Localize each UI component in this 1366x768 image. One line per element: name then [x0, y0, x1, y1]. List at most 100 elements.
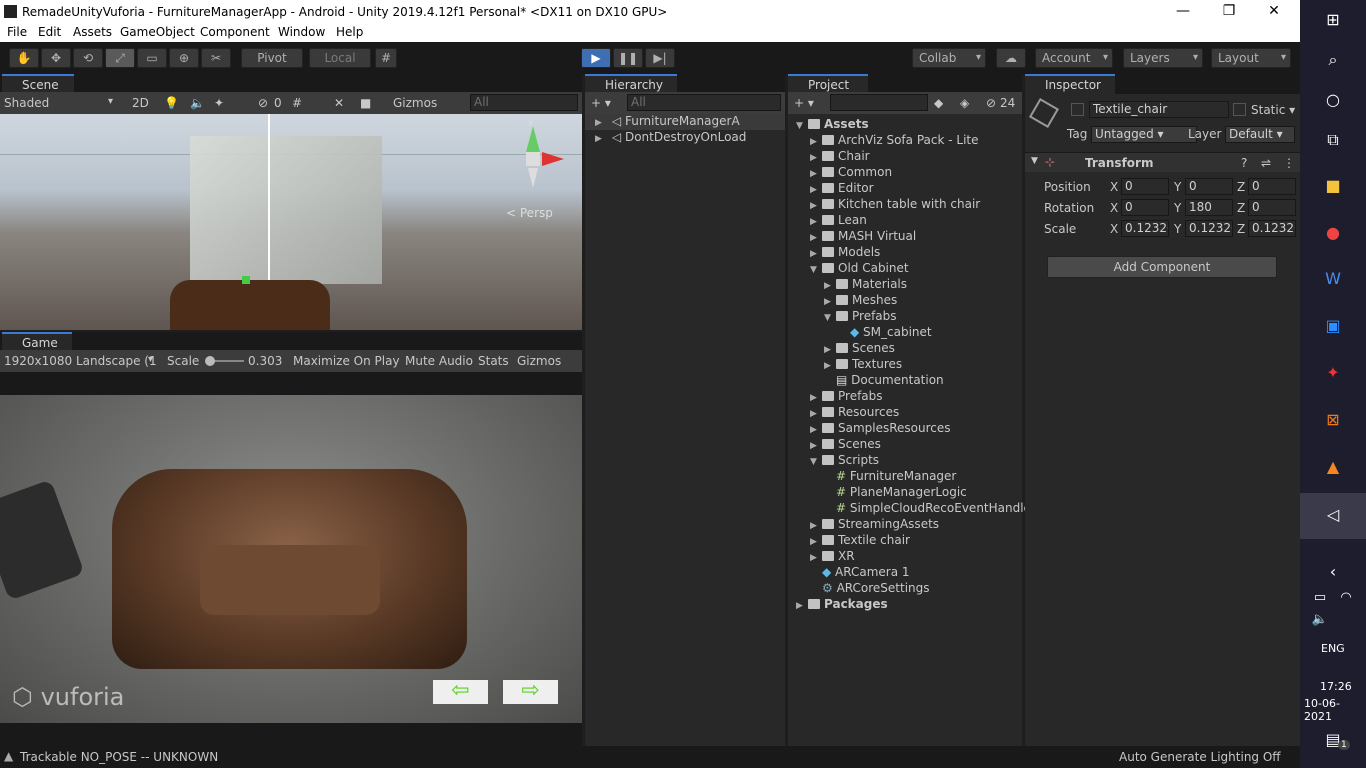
static-dropdown[interactable]: Static ▾ [1251, 103, 1295, 117]
project-item[interactable]: ▶ Textures [824, 357, 902, 373]
axis-x-label[interactable]: X [1110, 201, 1118, 215]
close-button[interactable]: ✕ [1263, 3, 1285, 19]
scale-z-field[interactable]: 0.12326 [1248, 220, 1296, 237]
scene-handle-icon[interactable] [242, 276, 250, 284]
chevron-right-icon[interactable]: ▶ [824, 281, 836, 291]
tag-dropdown[interactable]: Untagged ▾ [1091, 126, 1197, 143]
project-item[interactable]: ▶ SamplesResources [810, 421, 951, 437]
object-name-field[interactable]: Textile_chair [1089, 101, 1229, 118]
axis-z-label[interactable]: Z [1237, 180, 1245, 194]
project-item[interactable]: ▶ MASH Virtual [810, 229, 916, 245]
hidden-objects-icon[interactable]: ⊘ [258, 96, 268, 110]
unity-taskbar-item[interactable]: ◁ [1300, 493, 1366, 539]
file-explorer-icon[interactable]: ■ [1321, 174, 1345, 198]
axis-x-label[interactable]: X [1110, 222, 1118, 236]
shading-dropdown[interactable]: Shaded [4, 96, 49, 110]
chevron-right-icon[interactable]: ▶ [810, 537, 822, 547]
cloud-icon[interactable]: ☁ [996, 48, 1026, 68]
scene-viewport[interactable]: y < Persp [0, 114, 582, 330]
effects-icon[interactable]: ✦ [214, 96, 224, 110]
resolution-dropdown[interactable]: 1920x1080 Landscape (1 [4, 354, 157, 368]
local-toggle[interactable]: Local [309, 48, 371, 68]
lighting-status[interactable]: Auto Generate Lighting Off [1119, 750, 1281, 764]
project-item[interactable]: ▶ Packages [796, 597, 888, 613]
collapse-arrow-icon[interactable]: ▼ [1031, 156, 1038, 166]
project-item[interactable]: ▼ Old Cabinet [810, 261, 909, 277]
account-dropdown[interactable]: Account [1035, 48, 1113, 68]
position-z-field[interactable]: 0 [1248, 178, 1296, 195]
custom-tool-icon[interactable]: ✂ [201, 48, 231, 68]
chevron-right-icon[interactable]: ▶ [810, 441, 822, 451]
chevron-right-icon[interactable]: ▶ [810, 185, 822, 195]
menu-window[interactable]: Window [278, 25, 325, 39]
maximize-button[interactable]: ❐ [1218, 3, 1240, 19]
grid-icon[interactable]: # [292, 96, 302, 110]
stats-toggle[interactable]: Stats [478, 354, 509, 368]
project-item[interactable]: ▶ Prefabs [810, 389, 883, 405]
xampp-icon[interactable]: ⊠ [1321, 408, 1345, 432]
menu-component[interactable]: Component [200, 25, 270, 39]
project-item[interactable]: ▶ Resources [810, 405, 899, 421]
project-item[interactable]: ▶ Materials [824, 277, 907, 293]
pause-button[interactable]: ❚❚ [613, 48, 643, 68]
git-icon[interactable]: ✦ [1321, 361, 1345, 385]
chevron-right-icon[interactable]: ▶ [810, 249, 822, 259]
project-item[interactable]: ▶ Common [810, 165, 892, 181]
chevron-right-icon[interactable]: ▶ [810, 153, 822, 163]
project-item[interactable]: ▶ Meshes [824, 293, 897, 309]
tab-scene[interactable]: Scene [2, 74, 74, 94]
axis-y-label[interactable]: Y [1174, 201, 1181, 215]
menu-help[interactable]: Help [336, 25, 363, 39]
pivot-toggle[interactable]: Pivot [241, 48, 303, 68]
static-checkbox[interactable] [1233, 103, 1246, 116]
chevron-right-icon[interactable]: ▶ [810, 201, 822, 211]
prev-button[interactable]: ⇦ [433, 680, 488, 704]
help-icon[interactable]: ? [1241, 156, 1247, 170]
chevron-right-icon[interactable]: ▶ [810, 169, 822, 179]
scale-tool-icon[interactable]: ⤢ [105, 48, 135, 68]
mode-2d-button[interactable]: 2D [132, 96, 149, 110]
project-item[interactable]: ▶ Scenes [810, 437, 881, 453]
active-checkbox[interactable] [1071, 103, 1084, 116]
play-button[interactable]: ▶ [581, 48, 611, 68]
layers-dropdown[interactable]: Layers [1123, 48, 1203, 68]
tools-icon[interactable]: ✕ [334, 96, 344, 110]
menu-edit[interactable]: Edit [38, 25, 61, 39]
chevron-right-icon[interactable]: ▶ [810, 137, 822, 147]
transform-tool-icon[interactable]: ⊕ [169, 48, 199, 68]
hierarchy-item[interactable]: ▶ ◁ FurnitureManagerA [585, 114, 785, 130]
persp-label[interactable]: < Persp [506, 206, 553, 220]
presets-icon[interactable]: ⇌ [1261, 156, 1271, 170]
game-viewport[interactable]: ⬡ vuforia ⇦ ⇨ [0, 395, 582, 723]
audio-icon[interactable]: 🔈 [190, 96, 205, 110]
clock-time[interactable]: 17:26 [1320, 680, 1352, 693]
project-item[interactable]: ◆ SM_cabinet [838, 325, 932, 341]
chevron-right-icon[interactable]: ▶ [810, 425, 822, 435]
move-tool-icon[interactable]: ✥ [41, 48, 71, 68]
project-item[interactable]: ▶ Editor [810, 181, 874, 197]
expand-arrow-icon[interactable]: ▶ [595, 134, 602, 144]
axis-y-label[interactable]: Y [1174, 222, 1181, 236]
menu-assets[interactable]: Assets [73, 25, 112, 39]
grid-snap-icon[interactable]: # [375, 48, 397, 68]
layer-dropdown[interactable]: Default ▾ [1225, 126, 1295, 143]
rotation-z-field[interactable]: 0 [1248, 199, 1296, 216]
chevron-right-icon[interactable]: ▶ [796, 601, 808, 611]
axis-z-label[interactable]: Z [1237, 222, 1245, 236]
project-item[interactable]: ▶ ArchViz Sofa Pack - Lite [810, 133, 979, 149]
language-indicator[interactable]: ENG [1321, 642, 1345, 655]
tray-expand-icon[interactable]: ‹ [1321, 560, 1345, 584]
transform-header[interactable]: ▼ ⊹ Transform ? ⇌ ⋮ [1025, 152, 1300, 172]
tab-game[interactable]: Game [2, 332, 72, 352]
search-icon[interactable]: ⌕ [1321, 48, 1345, 72]
project-item[interactable]: ▶ Kitchen table with chair [810, 197, 980, 213]
menu-file[interactable]: File [7, 25, 27, 39]
chevron-down-icon[interactable]: ▼ [796, 121, 808, 131]
create-button[interactable]: + ▾ [591, 96, 611, 110]
rotation-y-field[interactable]: 180 [1185, 199, 1233, 216]
project-item[interactable]: ▶ Models [810, 245, 880, 261]
rect-tool-icon[interactable]: ▭ [137, 48, 167, 68]
chrome-icon[interactable]: ● [1321, 221, 1345, 245]
step-button[interactable]: ▶| [645, 48, 675, 68]
scale-slider-thumb[interactable] [205, 356, 215, 366]
